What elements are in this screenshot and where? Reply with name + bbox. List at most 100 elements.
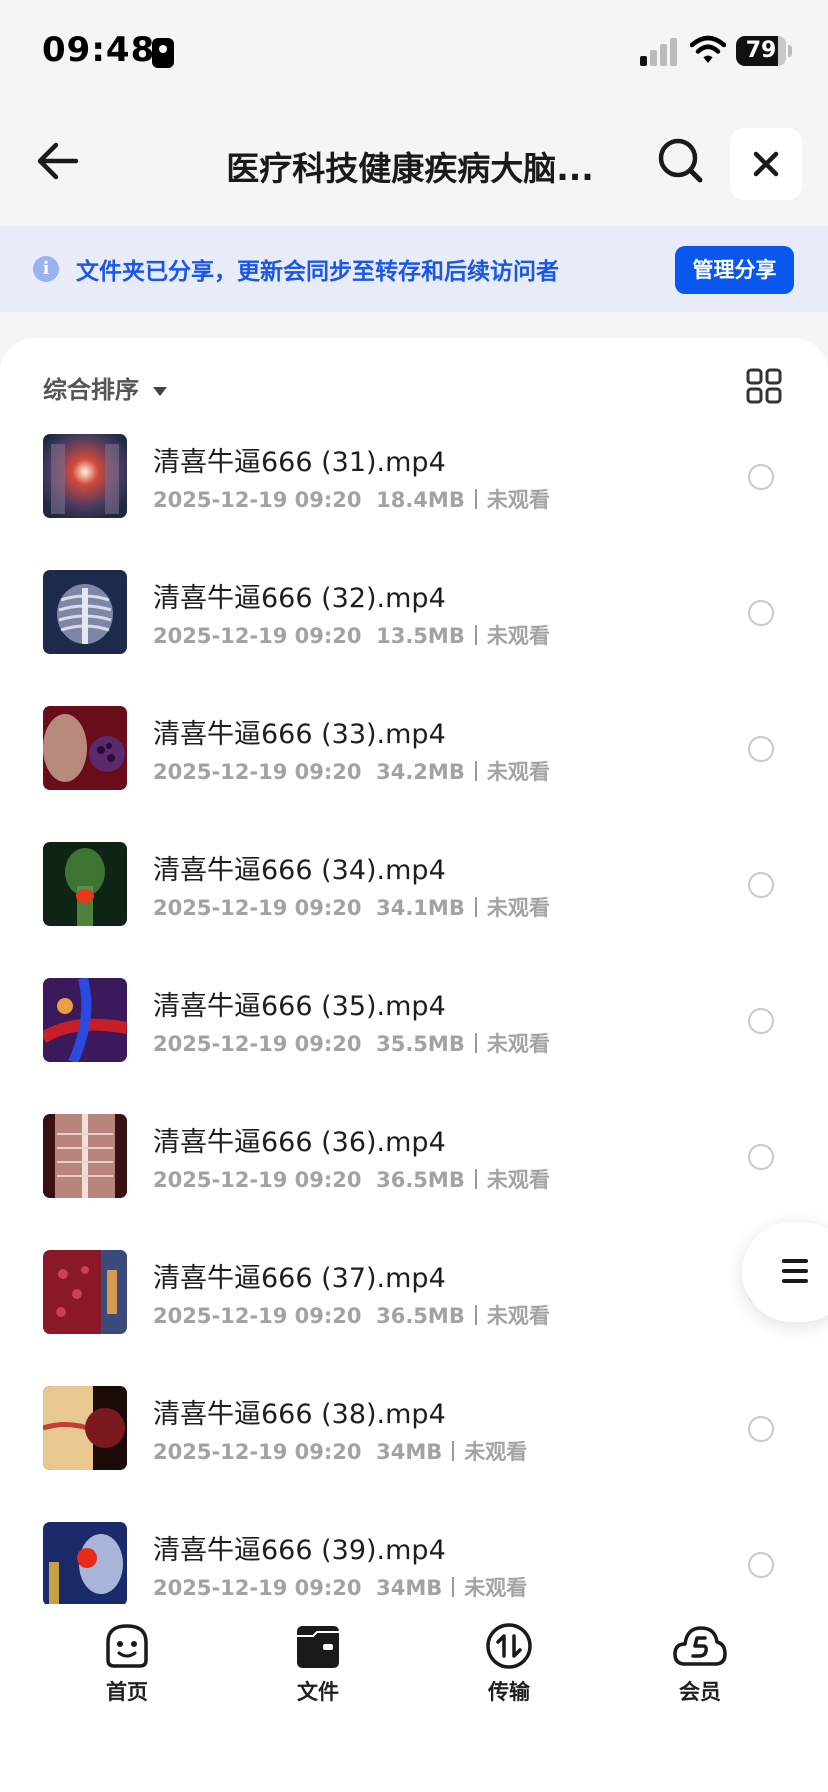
page-title: 医疗科技健康疾病大脑... — [226, 149, 594, 188]
file-meta: 2025-12-19 09:20 13.5MB 未观看 — [153, 620, 550, 650]
file-meta: 2025-12-19 09:20 34MB 未观看 — [153, 1436, 527, 1466]
tab-transfer[interactable]: 传输 — [449, 1622, 569, 1712]
file-name: 清喜牛逼666 (37).mp4 — [153, 1263, 446, 1294]
tab-bar: 首页 文件 传输 会员 — [0, 1604, 828, 1792]
select-radio[interactable] — [748, 600, 774, 626]
separator — [452, 1441, 455, 1461]
separator — [474, 897, 477, 917]
file-date: 2025-12-19 09:20 — [153, 1440, 362, 1464]
file-date: 2025-12-19 09:20 — [153, 1032, 362, 1056]
share-banner: i 文件夹已分享，更新会同步至转存和后续访问者 管理分享 — [0, 226, 828, 312]
tab-label: 文件 — [297, 1680, 339, 1704]
file-size: 36.5MB — [376, 1168, 465, 1192]
file-date: 2025-12-19 09:20 — [153, 1304, 362, 1328]
select-radio[interactable] — [748, 736, 774, 762]
separator — [474, 1169, 477, 1189]
select-radio[interactable] — [748, 1552, 774, 1578]
status-bar: 09:48 79 — [0, 0, 828, 104]
video-thumbnail — [43, 1250, 127, 1334]
sort-dropdown[interactable]: 综合排序 — [43, 370, 167, 405]
watch-status: 未观看 — [464, 1576, 528, 1600]
tab-home[interactable]: 首页 — [67, 1622, 187, 1712]
file-list: 清喜牛逼666 (31).mp4 2025-12-19 09:20 18.4MB… — [0, 434, 828, 1604]
close-icon — [753, 151, 779, 177]
share-banner-text: 文件夹已分享，更新会同步至转存和后续访问者 — [76, 259, 559, 285]
select-radio[interactable] — [748, 1416, 774, 1442]
home-face-icon — [106, 1624, 148, 1668]
file-meta: 2025-12-19 09:20 34.2MB 未观看 — [153, 756, 550, 786]
video-thumbnail — [43, 706, 127, 790]
list-item[interactable]: 清喜牛逼666 (37).mp4 2025-12-19 09:20 36.5MB… — [0, 1250, 828, 1386]
watch-status: 未观看 — [464, 1440, 528, 1464]
wifi-icon — [690, 35, 726, 63]
video-thumbnail — [43, 1386, 127, 1470]
list-item[interactable]: 清喜牛逼666 (32).mp4 2025-12-19 09:20 13.5MB… — [0, 570, 828, 706]
watch-status: 未观看 — [486, 624, 550, 648]
grid-view-toggle[interactable] — [746, 368, 782, 404]
video-thumbnail — [43, 434, 127, 518]
list-item[interactable]: 清喜牛逼666 (31).mp4 2025-12-19 09:20 18.4MB… — [0, 434, 828, 570]
folder-icon — [297, 1626, 339, 1668]
file-date: 2025-12-19 09:20 — [153, 488, 362, 512]
watch-status: 未观看 — [486, 760, 550, 784]
select-radio[interactable] — [748, 872, 774, 898]
back-button[interactable] — [26, 128, 92, 194]
file-name: 清喜牛逼666 (31).mp4 — [153, 447, 446, 478]
id-badge-icon — [152, 38, 174, 68]
select-radio[interactable] — [748, 464, 774, 490]
file-name: 清喜牛逼666 (32).mp4 — [153, 583, 446, 614]
file-name: 清喜牛逼666 (39).mp4 — [153, 1535, 446, 1566]
tab-vip[interactable]: 会员 — [640, 1622, 760, 1712]
tab-files[interactable]: 文件 — [258, 1622, 378, 1712]
video-thumbnail — [43, 1114, 127, 1198]
file-list-card: 综合排序 清喜牛逼666 (31).mp4 2025-12-19 09:20 1… — [0, 338, 828, 1792]
separator — [474, 625, 477, 645]
video-thumbnail — [43, 842, 127, 926]
nav-bar: 医疗科技健康疾病大脑... — [0, 110, 828, 220]
separator — [474, 1033, 477, 1053]
file-meta: 2025-12-19 09:20 35.5MB 未观看 — [153, 1028, 550, 1058]
close-button[interactable] — [730, 128, 802, 200]
separator — [474, 489, 477, 509]
file-date: 2025-12-19 09:20 — [153, 624, 362, 648]
select-radio[interactable] — [748, 1008, 774, 1034]
video-thumbnail — [43, 978, 127, 1062]
file-size: 35.5MB — [376, 1032, 465, 1056]
manage-share-button[interactable]: 管理分享 — [675, 246, 794, 294]
file-size: 36.5MB — [376, 1304, 465, 1328]
status-time: 09:48 — [42, 30, 156, 70]
file-date: 2025-12-19 09:20 — [153, 1168, 362, 1192]
separator — [474, 1305, 477, 1325]
file-meta: 2025-12-19 09:20 18.4MB 未观看 — [153, 484, 550, 514]
sort-label: 综合排序 — [43, 376, 139, 404]
battery-level: 79 — [745, 38, 777, 63]
list-item[interactable]: 清喜牛逼666 (34).mp4 2025-12-19 09:20 34.1MB… — [0, 842, 828, 978]
watch-status: 未观看 — [486, 488, 550, 512]
file-name: 清喜牛逼666 (34).mp4 — [153, 855, 446, 886]
watch-status: 未观看 — [486, 1304, 550, 1328]
list-item[interactable]: 清喜牛逼666 (38).mp4 2025-12-19 09:20 34MB 未观… — [0, 1386, 828, 1522]
file-meta: 2025-12-19 09:20 34MB 未观看 — [153, 1572, 527, 1602]
watch-status: 未观看 — [486, 896, 550, 920]
search-button[interactable] — [650, 130, 712, 192]
info-icon: i — [33, 256, 59, 282]
file-size: 13.5MB — [376, 624, 465, 648]
video-thumbnail — [43, 570, 127, 654]
battery-cap — [788, 45, 792, 57]
transfer-icon — [486, 1623, 532, 1669]
select-radio[interactable] — [748, 1144, 774, 1170]
list-item[interactable]: 清喜牛逼666 (33).mp4 2025-12-19 09:20 34.2MB… — [0, 706, 828, 842]
file-meta: 2025-12-19 09:20 36.5MB 未观看 — [153, 1164, 550, 1194]
file-date: 2025-12-19 09:20 — [153, 1576, 362, 1600]
list-item[interactable]: 清喜牛逼666 (36).mp4 2025-12-19 09:20 36.5MB… — [0, 1114, 828, 1250]
file-name: 清喜牛逼666 (35).mp4 — [153, 991, 446, 1022]
cellular-signal-icon — [640, 38, 680, 66]
file-date: 2025-12-19 09:20 — [153, 896, 362, 920]
list-item[interactable]: 清喜牛逼666 (35).mp4 2025-12-19 09:20 35.5MB… — [0, 978, 828, 1114]
watch-status: 未观看 — [486, 1032, 550, 1056]
watch-status: 未观看 — [486, 1168, 550, 1192]
list-item[interactable]: 清喜牛逼666 (39).mp4 2025-12-19 09:20 34MB 未观… — [0, 1522, 828, 1604]
search-icon — [658, 138, 703, 183]
caret-down-icon — [153, 386, 167, 396]
file-meta: 2025-12-19 09:20 34.1MB 未观看 — [153, 892, 550, 922]
